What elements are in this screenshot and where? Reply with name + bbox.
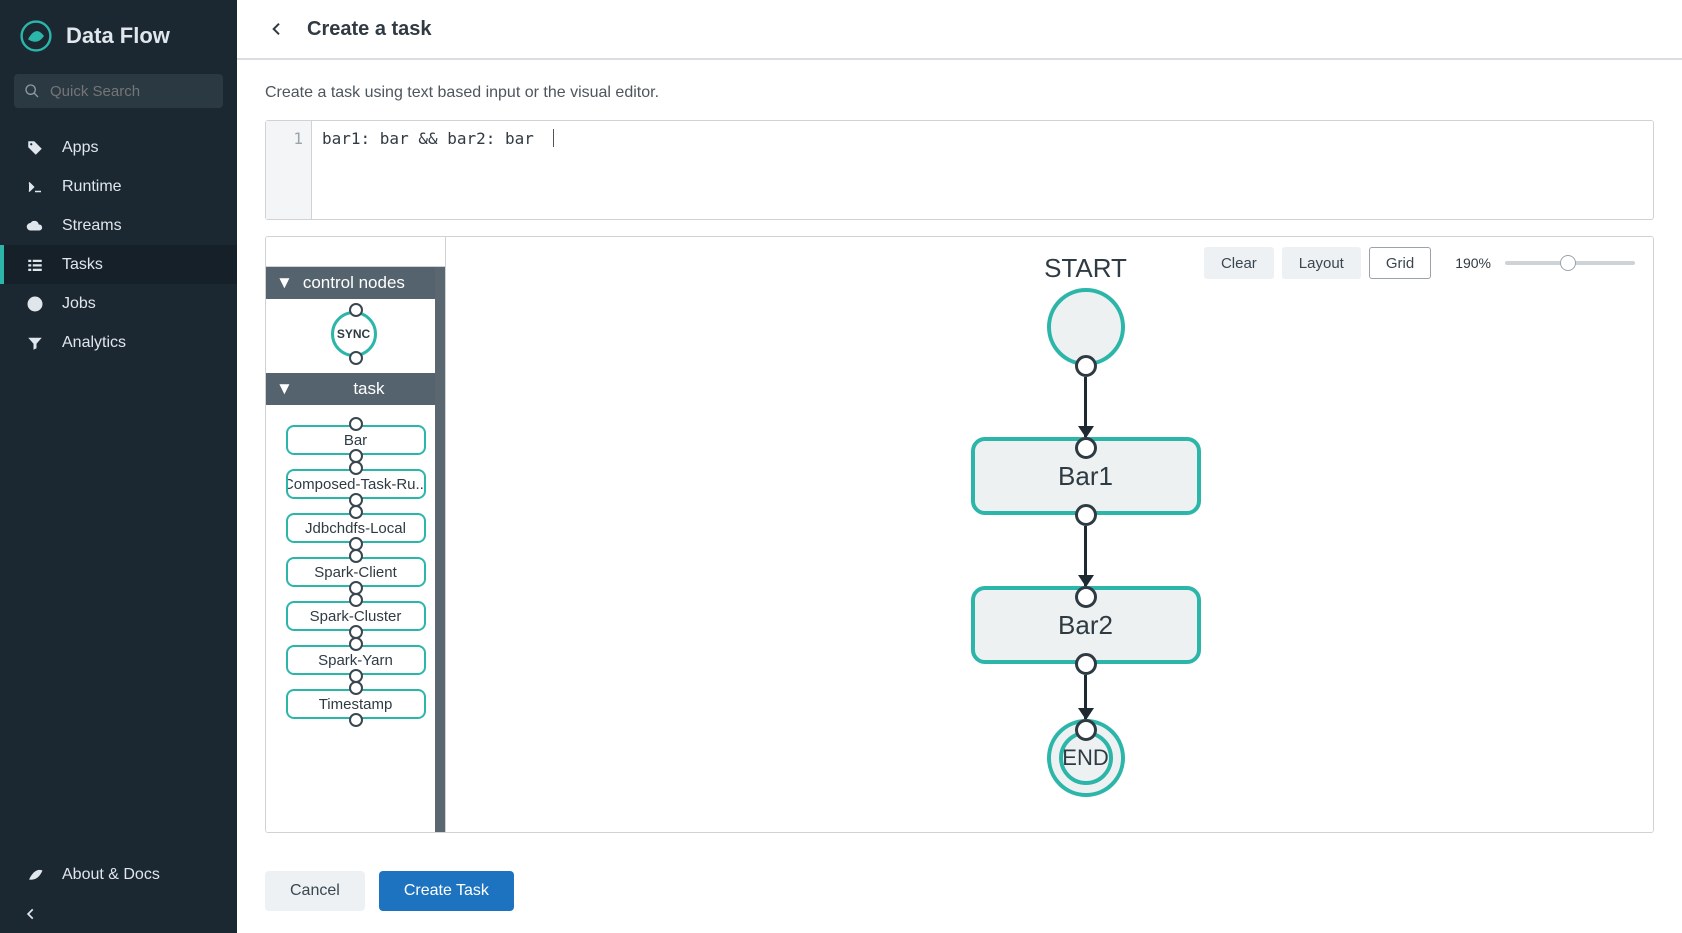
create-task-button[interactable]: Create Task xyxy=(379,871,514,911)
node-port-icon xyxy=(349,461,363,475)
zoom-value: 190% xyxy=(1455,255,1491,271)
page-title: Create a task xyxy=(307,18,432,41)
palette: ▼ control nodes SYNC ▼ task B xyxy=(266,237,446,832)
clock-icon xyxy=(26,295,44,313)
sidebar-item-jobs[interactable]: Jobs xyxy=(0,284,237,323)
node-port-icon xyxy=(349,637,363,651)
footer-actions: Cancel Create Task xyxy=(237,853,1682,933)
filter-icon xyxy=(26,334,44,352)
sidebar-item-apps[interactable]: Apps xyxy=(0,128,237,167)
visual-editor: ▼ control nodes SYNC ▼ task B xyxy=(265,236,1654,833)
tag-icon xyxy=(26,139,44,157)
palette-search[interactable] xyxy=(266,237,445,267)
page-intro: Create a task using text based input or … xyxy=(265,84,1654,102)
palette-task-item[interactable]: Jdbchdfs-Local xyxy=(286,513,426,543)
node-port-icon xyxy=(349,417,363,431)
back-button[interactable] xyxy=(265,17,289,41)
sidebar-item-label: Analytics xyxy=(62,334,126,352)
node-port-icon xyxy=(349,351,363,365)
sidebar-item-streams[interactable]: Streams xyxy=(0,206,237,245)
brand-logo-icon xyxy=(20,20,52,52)
sidebar-item-about[interactable]: About & Docs xyxy=(0,855,237,895)
palette-task-item[interactable]: Spark-Yarn xyxy=(286,645,426,675)
node-port-icon[interactable] xyxy=(1075,719,1097,741)
flow-edge xyxy=(1084,526,1087,586)
zoom-slider[interactable] xyxy=(1505,261,1635,265)
palette-sync-node[interactable]: SYNC xyxy=(331,311,381,357)
flow-edge xyxy=(1084,675,1087,719)
node-port-icon xyxy=(349,303,363,317)
layout-button[interactable]: Layout xyxy=(1282,247,1361,279)
page-header: Create a task xyxy=(237,0,1682,60)
node-port-icon[interactable] xyxy=(1075,653,1097,675)
editor-gutter: 1 xyxy=(266,121,312,219)
palette-group-control[interactable]: ▼ control nodes xyxy=(266,267,445,299)
sidebar-item-label: Runtime xyxy=(62,178,122,196)
palette-group-label: task xyxy=(303,379,435,399)
node-port-icon[interactable] xyxy=(1075,437,1097,459)
slider-thumb-icon[interactable] xyxy=(1560,255,1576,271)
sidebar-collapse-button[interactable] xyxy=(0,895,237,933)
grid-button[interactable]: Grid xyxy=(1369,247,1431,279)
sidebar-item-label: Streams xyxy=(62,217,122,235)
node-port-icon xyxy=(349,681,363,695)
node-port-icon xyxy=(349,593,363,607)
sidebar-item-label: Tasks xyxy=(62,256,103,274)
palette-task-item[interactable]: Spark-Cluster xyxy=(286,601,426,631)
triangle-down-icon: ▼ xyxy=(276,379,293,399)
palette-task-item[interactable]: Timestamp xyxy=(286,689,426,719)
start-label: START xyxy=(1044,253,1127,284)
clear-button[interactable]: Clear xyxy=(1204,247,1274,279)
leaf-icon xyxy=(26,866,44,884)
list-icon xyxy=(26,256,44,274)
sidebar: Data Flow Apps Runtime Streams Tasks Job… xyxy=(0,0,237,933)
flow-diagram: START Bar1 Bar2 END xyxy=(966,253,1206,797)
dsl-editor[interactable]: 1 bar1: bar && bar2: bar xyxy=(265,120,1654,220)
node-port-icon xyxy=(349,549,363,563)
node-port-icon[interactable] xyxy=(1075,586,1097,608)
palette-task-item[interactable]: Composed-Task-Ru... xyxy=(286,469,426,499)
triangle-down-icon: ▼ xyxy=(276,273,293,293)
brand: Data Flow xyxy=(0,0,237,72)
chevron-left-icon xyxy=(24,907,38,921)
sidebar-item-label: About & Docs xyxy=(62,866,160,884)
search-icon xyxy=(24,83,40,99)
node-port-icon xyxy=(349,713,363,727)
node-port-icon xyxy=(349,505,363,519)
chevron-left-icon xyxy=(269,21,285,37)
flow-edge xyxy=(1084,377,1087,437)
palette-task-item[interactable]: Spark-Client xyxy=(286,557,426,587)
sidebar-item-analytics[interactable]: Analytics xyxy=(0,323,237,362)
sidebar-item-label: Jobs xyxy=(62,295,96,313)
palette-group-label: control nodes xyxy=(303,273,405,293)
main: Create a task Create a task using text b… xyxy=(237,0,1682,933)
brand-name: Data Flow xyxy=(66,23,170,49)
palette-group-task[interactable]: ▼ task xyxy=(266,373,445,405)
cloud-icon xyxy=(26,217,44,235)
sidebar-item-tasks[interactable]: Tasks xyxy=(0,245,237,284)
canvas[interactable]: Clear Layout Grid 190% START Bar1 xyxy=(446,237,1653,832)
palette-task-item[interactable]: Bar xyxy=(286,425,426,455)
quick-search[interactable] xyxy=(14,74,223,108)
end-label: END xyxy=(1062,745,1108,771)
editor-content[interactable]: bar1: bar && bar2: bar xyxy=(312,121,544,219)
quick-search-input[interactable] xyxy=(48,82,251,101)
node-port-icon[interactable] xyxy=(1075,504,1097,526)
node-port-icon[interactable] xyxy=(1075,355,1097,377)
sidebar-item-runtime[interactable]: Runtime xyxy=(0,167,237,206)
canvas-toolbar: Clear Layout Grid 190% xyxy=(1204,247,1635,279)
terminal-icon xyxy=(26,178,44,196)
line-number: 1 xyxy=(293,129,303,148)
cancel-button[interactable]: Cancel xyxy=(265,871,365,911)
sidebar-item-label: Apps xyxy=(62,139,98,157)
palette-scroll[interactable]: ▼ control nodes SYNC ▼ task B xyxy=(266,267,445,832)
primary-nav: Apps Runtime Streams Tasks Jobs Analytic… xyxy=(0,122,237,362)
